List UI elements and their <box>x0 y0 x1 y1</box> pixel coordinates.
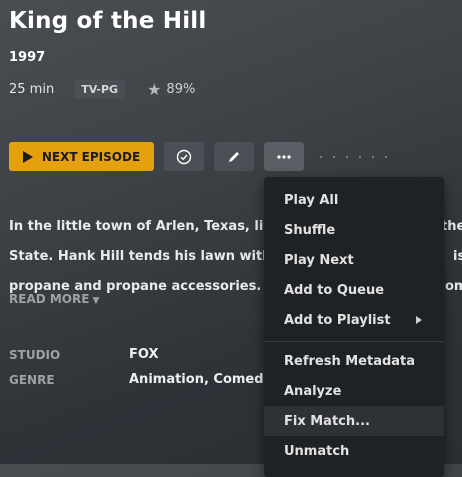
summary-line-end: is <box>453 249 462 264</box>
audience-rating: ★ 89% <box>147 80 195 99</box>
content-rating-badge: TV-PG <box>74 80 126 99</box>
menu-item-fix-match[interactable]: Fix Match... <box>264 406 444 436</box>
action-bar: NEXT EPISODE <box>9 142 398 171</box>
duration: 25 min <box>9 82 55 97</box>
chevron-down-icon: ▼ <box>92 296 100 306</box>
summary-line: In the little town of Arlen, Texas, live <box>9 219 281 234</box>
menu-divider <box>264 341 444 342</box>
pencil-icon <box>229 151 239 162</box>
menu-item-play-all[interactable]: Play All <box>264 185 444 215</box>
menu-item-refresh-metadata[interactable]: Refresh Metadata <box>264 346 444 376</box>
more-actions-menu: Play All Shuffle Play Next Add to Queue … <box>264 177 444 477</box>
loading-dots <box>320 155 398 158</box>
summary-line: State. Hank Hill tends his lawn with <box>9 249 272 264</box>
summary-line-end: om <box>445 279 462 294</box>
menu-item-play-next[interactable]: Play Next <box>264 245 444 275</box>
audience-score: 89% <box>166 82 196 97</box>
next-episode-label: NEXT EPISODE <box>41 149 141 164</box>
mark-watched-button[interactable] <box>164 142 204 171</box>
edit-button[interactable] <box>214 142 254 171</box>
next-episode-button[interactable]: NEXT EPISODE <box>9 142 154 171</box>
studio-label: STUDIO <box>9 348 61 362</box>
genre-label: GENRE <box>9 373 55 387</box>
genre-value[interactable]: Animation, Comed <box>129 372 264 387</box>
read-more-label: READ MORE <box>9 292 90 306</box>
more-horizontal-icon <box>277 154 291 159</box>
menu-item-analyze[interactable]: Analyze <box>264 376 444 406</box>
show-meta: 25 min TV-PG ★ 89% <box>9 80 195 99</box>
star-icon: ★ <box>147 80 162 99</box>
studio-value[interactable]: FOX <box>129 347 159 362</box>
play-icon <box>22 150 33 163</box>
more-button[interactable] <box>264 142 304 171</box>
read-more-link[interactable]: READ MORE ▼ <box>9 292 99 306</box>
menu-item-add-to-playlist[interactable]: Add to Playlist <box>264 305 444 335</box>
show-title: King of the Hill <box>9 8 207 34</box>
check-circle-icon <box>176 149 192 164</box>
menu-item-add-to-queue[interactable]: Add to Queue <box>264 275 444 305</box>
menu-item-shuffle[interactable]: Shuffle <box>264 215 444 245</box>
menu-item-unmatch[interactable]: Unmatch <box>264 436 444 466</box>
show-year: 1997 <box>9 50 46 65</box>
summary-line-end: the <box>441 219 462 234</box>
chevron-right-icon <box>416 316 422 324</box>
